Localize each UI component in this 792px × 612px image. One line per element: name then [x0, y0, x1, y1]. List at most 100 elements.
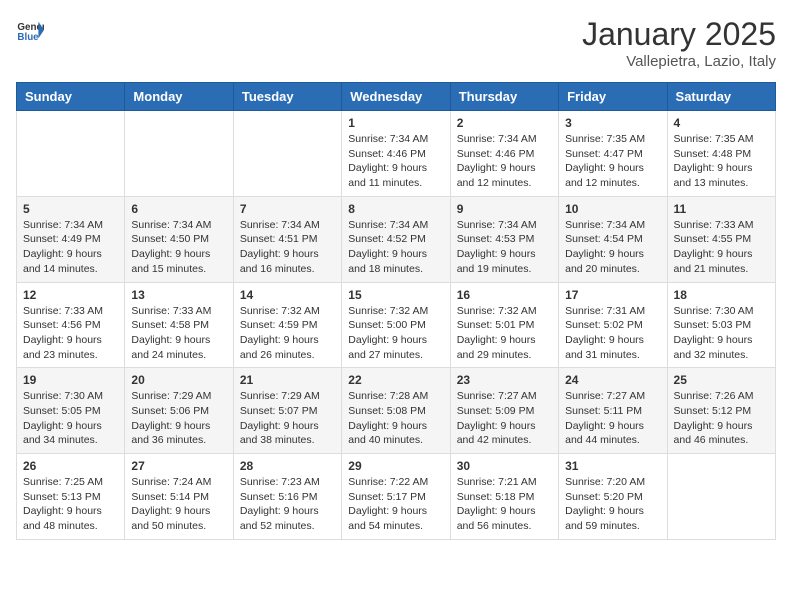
weekday-header-row: SundayMondayTuesdayWednesdayThursdayFrid… [17, 83, 776, 111]
day-info: Sunrise: 7:29 AM Sunset: 5:07 PM Dayligh… [240, 389, 335, 448]
day-number: 14 [240, 288, 335, 302]
day-number: 1 [348, 116, 443, 130]
weekday-header-thursday: Thursday [450, 83, 558, 111]
calendar-cell: 25Sunrise: 7:26 AM Sunset: 5:12 PM Dayli… [667, 368, 775, 454]
day-number: 22 [348, 373, 443, 387]
calendar-cell: 5 Sunrise: 7:34 AM Sunset: 4:49 PM Daylig… [17, 196, 125, 282]
day-info: Sunrise: 7:34 AM Sunset: 4:49 PM Dayligh… [23, 218, 118, 277]
day-info: Sunrise: 7:30 AM Sunset: 5:05 PM Dayligh… [23, 389, 118, 448]
calendar-cell: 26 Sunrise: 7:25 AM Sunset: 5:13 PM Dayli… [17, 454, 125, 540]
day-info: Sunrise: 7:33 AM Sunset: 4:56 PM Dayligh… [23, 304, 118, 363]
day-number: 9 [457, 202, 552, 216]
day-info: Sunrise: 7:35 AM Sunset: 4:48 PM Dayligh… [674, 132, 769, 191]
day-number: 30 [457, 459, 552, 473]
calendar-cell: 13 Sunrise: 7:33 AM Sunset: 4:58 PM Dayli… [125, 282, 233, 368]
day-number: 29 [348, 459, 443, 473]
day-number: 5 [23, 202, 118, 216]
page-header: General Blue January 2025 Vallepietra, L… [16, 16, 776, 70]
calendar-cell: 21 Sunrise: 7:29 AM Sunset: 5:07 PM Dayli… [233, 368, 341, 454]
weekday-header-wednesday: Wednesday [342, 83, 450, 111]
day-number: 13 [131, 288, 226, 302]
day-info: Sunrise: 7:34 AM Sunset: 4:54 PM Dayligh… [565, 218, 660, 277]
calendar-cell: 7 Sunrise: 7:34 AM Sunset: 4:51 PM Daylig… [233, 196, 341, 282]
day-info: Sunrise: 7:34 AM Sunset: 4:46 PM Dayligh… [457, 132, 552, 191]
calendar-cell: 22 Sunrise: 7:28 AM Sunset: 5:08 PM Dayli… [342, 368, 450, 454]
calendar-cell: 3 Sunrise: 7:35 AM Sunset: 4:47 PM Daylig… [559, 111, 667, 197]
calendar-cell: 4 Sunrise: 7:35 AM Sunset: 4:48 PM Daylig… [667, 111, 775, 197]
day-number: 23 [457, 373, 552, 387]
day-info: Sunrise: 7:34 AM Sunset: 4:46 PM Dayligh… [348, 132, 443, 191]
calendar-cell: 27 Sunrise: 7:24 AM Sunset: 5:14 PM Dayli… [125, 454, 233, 540]
week-row-3: 12Sunrise: 7:33 AM Sunset: 4:56 PM Dayli… [17, 282, 776, 368]
calendar-cell: 12Sunrise: 7:33 AM Sunset: 4:56 PM Dayli… [17, 282, 125, 368]
calendar-cell [667, 454, 775, 540]
day-info: Sunrise: 7:34 AM Sunset: 4:53 PM Dayligh… [457, 218, 552, 277]
day-number: 21 [240, 373, 335, 387]
week-row-5: 26 Sunrise: 7:25 AM Sunset: 5:13 PM Dayli… [17, 454, 776, 540]
day-number: 18 [674, 288, 769, 302]
day-info: Sunrise: 7:25 AM Sunset: 5:13 PM Dayligh… [23, 475, 118, 534]
calendar-cell: 24Sunrise: 7:27 AM Sunset: 5:11 PM Dayli… [559, 368, 667, 454]
day-info: Sunrise: 7:29 AM Sunset: 5:06 PM Dayligh… [131, 389, 226, 448]
calendar-cell: 29 Sunrise: 7:22 AM Sunset: 5:17 PM Dayli… [342, 454, 450, 540]
day-number: 19 [23, 373, 118, 387]
calendar-cell: 1 Sunrise: 7:34 AM Sunset: 4:46 PM Daylig… [342, 111, 450, 197]
day-info: Sunrise: 7:32 AM Sunset: 5:01 PM Dayligh… [457, 304, 552, 363]
day-info: Sunrise: 7:33 AM Sunset: 4:55 PM Dayligh… [674, 218, 769, 277]
calendar-cell: 30Sunrise: 7:21 AM Sunset: 5:18 PM Dayli… [450, 454, 558, 540]
day-number: 2 [457, 116, 552, 130]
day-number: 24 [565, 373, 660, 387]
day-number: 16 [457, 288, 552, 302]
day-number: 27 [131, 459, 226, 473]
day-number: 8 [348, 202, 443, 216]
calendar-cell: 14 Sunrise: 7:32 AM Sunset: 4:59 PM Dayli… [233, 282, 341, 368]
day-info: Sunrise: 7:27 AM Sunset: 5:09 PM Dayligh… [457, 389, 552, 448]
day-info: Sunrise: 7:22 AM Sunset: 5:17 PM Dayligh… [348, 475, 443, 534]
day-info: Sunrise: 7:32 AM Sunset: 4:59 PM Dayligh… [240, 304, 335, 363]
weekday-header-tuesday: Tuesday [233, 83, 341, 111]
day-number: 10 [565, 202, 660, 216]
week-row-4: 19 Sunrise: 7:30 AM Sunset: 5:05 PM Dayli… [17, 368, 776, 454]
calendar-cell: 19 Sunrise: 7:30 AM Sunset: 5:05 PM Dayli… [17, 368, 125, 454]
day-number: 31 [565, 459, 660, 473]
calendar-cell [233, 111, 341, 197]
weekday-header-monday: Monday [125, 83, 233, 111]
day-info: Sunrise: 7:35 AM Sunset: 4:47 PM Dayligh… [565, 132, 660, 191]
calendar-cell [125, 111, 233, 197]
calendar-cell: 6 Sunrise: 7:34 AM Sunset: 4:50 PM Daylig… [125, 196, 233, 282]
day-number: 3 [565, 116, 660, 130]
day-number: 26 [23, 459, 118, 473]
calendar-cell: 28 Sunrise: 7:23 AM Sunset: 5:16 PM Dayli… [233, 454, 341, 540]
day-info: Sunrise: 7:20 AM Sunset: 5:20 PM Dayligh… [565, 475, 660, 534]
calendar-cell: 8 Sunrise: 7:34 AM Sunset: 4:52 PM Daylig… [342, 196, 450, 282]
day-info: Sunrise: 7:30 AM Sunset: 5:03 PM Dayligh… [674, 304, 769, 363]
day-number: 28 [240, 459, 335, 473]
logo: General Blue [16, 16, 44, 44]
day-info: Sunrise: 7:32 AM Sunset: 5:00 PM Dayligh… [348, 304, 443, 363]
logo-icon: General Blue [16, 16, 44, 44]
calendar-cell: 17 Sunrise: 7:31 AM Sunset: 5:02 PM Dayli… [559, 282, 667, 368]
location-title: Vallepietra, Lazio, Italy [582, 53, 776, 70]
day-info: Sunrise: 7:28 AM Sunset: 5:08 PM Dayligh… [348, 389, 443, 448]
day-info: Sunrise: 7:34 AM Sunset: 4:50 PM Dayligh… [131, 218, 226, 277]
day-info: Sunrise: 7:24 AM Sunset: 5:14 PM Dayligh… [131, 475, 226, 534]
day-info: Sunrise: 7:34 AM Sunset: 4:51 PM Dayligh… [240, 218, 335, 277]
calendar-table: SundayMondayTuesdayWednesdayThursdayFrid… [16, 82, 776, 540]
calendar-cell: 15Sunrise: 7:32 AM Sunset: 5:00 PM Dayli… [342, 282, 450, 368]
day-number: 7 [240, 202, 335, 216]
weekday-header-saturday: Saturday [667, 83, 775, 111]
calendar-cell: 23 Sunrise: 7:27 AM Sunset: 5:09 PM Dayli… [450, 368, 558, 454]
calendar-cell: 31 Sunrise: 7:20 AM Sunset: 5:20 PM Dayli… [559, 454, 667, 540]
day-number: 6 [131, 202, 226, 216]
day-info: Sunrise: 7:31 AM Sunset: 5:02 PM Dayligh… [565, 304, 660, 363]
calendar-cell: 11Sunrise: 7:33 AM Sunset: 4:55 PM Dayli… [667, 196, 775, 282]
day-info: Sunrise: 7:34 AM Sunset: 4:52 PM Dayligh… [348, 218, 443, 277]
calendar-cell: 16 Sunrise: 7:32 AM Sunset: 5:01 PM Dayli… [450, 282, 558, 368]
day-number: 4 [674, 116, 769, 130]
svg-text:Blue: Blue [17, 32, 39, 43]
day-number: 17 [565, 288, 660, 302]
day-info: Sunrise: 7:23 AM Sunset: 5:16 PM Dayligh… [240, 475, 335, 534]
calendar-cell: 9 Sunrise: 7:34 AM Sunset: 4:53 PM Daylig… [450, 196, 558, 282]
day-info: Sunrise: 7:33 AM Sunset: 4:58 PM Dayligh… [131, 304, 226, 363]
day-info: Sunrise: 7:26 AM Sunset: 5:12 PM Dayligh… [674, 389, 769, 448]
